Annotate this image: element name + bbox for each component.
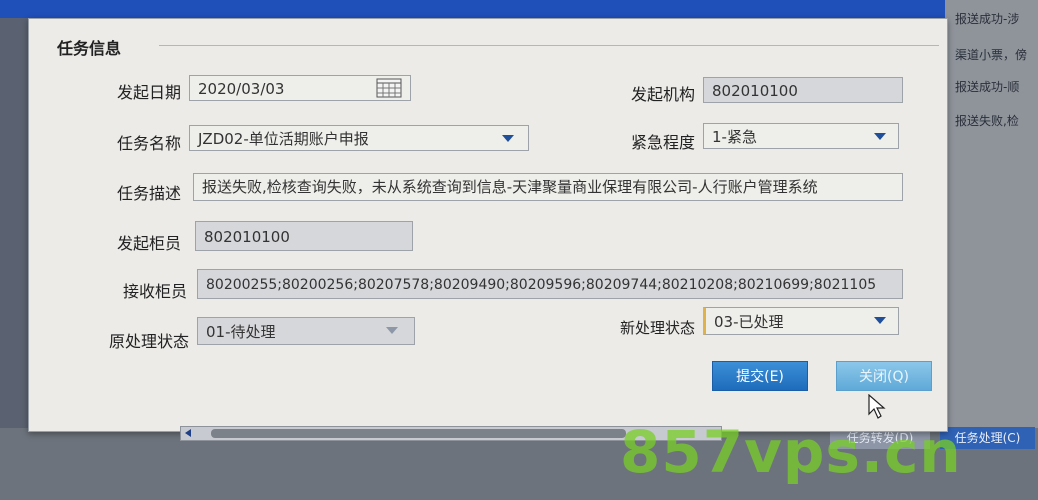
orig-status-label: 原处理状态 [108, 332, 189, 351]
watermark: 857vps.cn [620, 418, 962, 486]
section-title: 任务信息 [57, 39, 122, 58]
chevron-down-icon[interactable] [874, 317, 886, 324]
task-name-select[interactable]: JZD02-单位活期账户申报 [189, 125, 529, 151]
window-titlebar [0, 0, 960, 18]
section-divider [159, 45, 939, 46]
calendar-icon[interactable] [376, 78, 402, 98]
recv-teller-label: 接收柜员 [122, 282, 187, 301]
scroll-left-icon[interactable] [185, 429, 191, 437]
background-note: 报送成功-顺 [955, 80, 1020, 94]
scroll-thumb[interactable] [211, 429, 626, 438]
orig-status-value: 01-待处理 [206, 323, 276, 341]
start-date-field[interactable]: 2020/03/03 [189, 75, 411, 101]
start-date-value: 2020/03/03 [198, 80, 285, 98]
start-teller-label: 发起柜员 [116, 234, 181, 253]
urgency-label: 紧急程度 [630, 133, 695, 152]
task-desc-field[interactable]: 报送失败,检核查询失败，未从系统查询到信息-天津聚量商业保理有限公司-人行账户管… [193, 173, 903, 201]
task-desc-label: 任务描述 [116, 184, 181, 203]
orig-status-select: 01-待处理 [197, 317, 415, 345]
close-button[interactable]: 关闭(Q) [836, 361, 932, 391]
background-note: 报送失败,检 [955, 114, 1019, 128]
chevron-down-icon[interactable] [502, 135, 514, 142]
recv-teller-field: 80200255;80200256;80207578;80209490;8020… [197, 269, 903, 299]
task-name-label: 任务名称 [116, 134, 181, 153]
urgency-value: 1-紧急 [712, 128, 757, 146]
task-info-dialog: 任务信息 发起日期 2020/03/03 发起机构 802010100 任务名称… [28, 18, 948, 432]
chevron-down-icon[interactable] [874, 133, 886, 140]
start-org-field: 802010100 [703, 77, 903, 103]
new-status-select[interactable]: 03-已处理 [703, 307, 899, 335]
background-note: 渠道小票，傍 [955, 48, 1028, 62]
chevron-down-icon [386, 327, 398, 334]
start-date-label: 发起日期 [116, 83, 181, 102]
mouse-cursor-icon [868, 394, 886, 419]
task-name-value: JZD02-单位活期账户申报 [198, 130, 369, 148]
background-note: 报送成功-涉 [955, 12, 1020, 26]
start-teller-field: 802010100 [195, 221, 413, 251]
submit-button[interactable]: 提交(E) [712, 361, 808, 391]
new-status-value: 03-已处理 [714, 313, 784, 331]
urgency-select[interactable]: 1-紧急 [703, 123, 899, 149]
new-status-label: 新处理状态 [619, 319, 695, 337]
start-org-label: 发起机构 [630, 85, 695, 104]
